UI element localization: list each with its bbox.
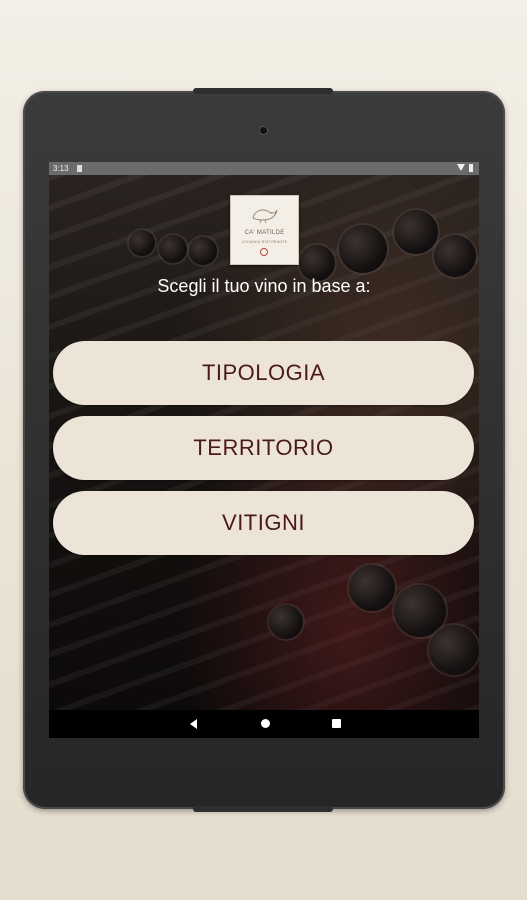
app-screen: 3:13 CA' MATILDE LOCANDA RISTORANTE Sceg… (49, 162, 479, 738)
bottle-end (394, 210, 438, 254)
prompt-text: Scegli il tuo vino in base a: (157, 276, 371, 296)
navigation-bar (49, 710, 479, 738)
bottle-end (429, 625, 479, 675)
bottle-end (349, 565, 395, 611)
tablet-top-edge (193, 88, 333, 94)
wifi-icon (457, 164, 465, 171)
notification-icon (77, 165, 82, 172)
status-time: 3:13 (53, 164, 69, 173)
camera-icon (260, 127, 267, 134)
battery-icon (469, 164, 473, 172)
logo-tagline: LOCANDA RISTORANTE (241, 240, 288, 244)
restaurant-logo: CA' MATILDE LOCANDA RISTORANTE (230, 195, 299, 265)
bottle-end (269, 605, 303, 639)
bottle-end (189, 237, 217, 265)
home-icon[interactable] (261, 719, 270, 728)
wine-cellar-background: CA' MATILDE LOCANDA RISTORANTE Scegli il… (49, 175, 479, 710)
tipologia-button[interactable]: TIPOLOGIA (53, 341, 474, 405)
tablet-frame: 3:13 CA' MATILDE LOCANDA RISTORANTE Sceg… (23, 88, 505, 812)
vitigni-button[interactable]: VITIGNI (53, 491, 474, 555)
bird-logo-icon (252, 209, 278, 224)
status-bar: 3:13 (49, 162, 479, 175)
logo-mark-icon (260, 248, 268, 256)
back-icon[interactable] (190, 719, 197, 729)
recents-icon[interactable] (332, 719, 341, 728)
tablet-bottom-edge (193, 806, 333, 812)
bottle-end (339, 225, 387, 273)
territorio-button[interactable]: TERRITORIO (53, 416, 474, 480)
logo-name: CA' MATILDE (244, 230, 285, 236)
bottle-end (434, 235, 476, 277)
bottle-end (129, 230, 155, 256)
bottle-end (159, 235, 187, 263)
